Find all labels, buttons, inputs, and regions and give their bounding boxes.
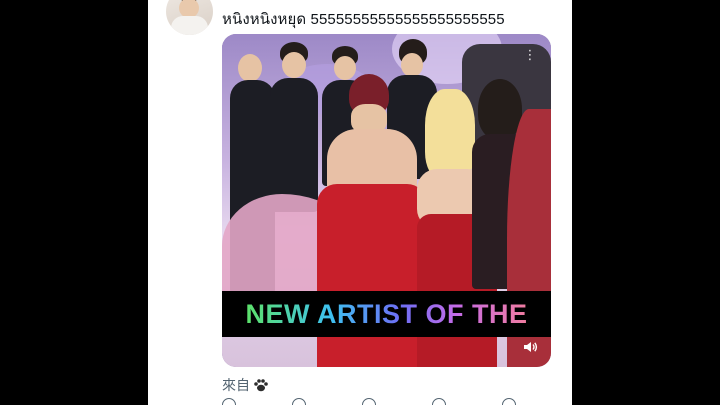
volume-icon[interactable] bbox=[522, 339, 538, 355]
source-line: 來自 bbox=[222, 375, 269, 395]
action-bar bbox=[222, 398, 551, 405]
source-label: 來自 bbox=[222, 377, 250, 393]
paw-icon bbox=[253, 378, 269, 392]
retweet-icon[interactable] bbox=[292, 398, 306, 405]
tweet-text: หนิงหนิงหยุด 55555555555555555555555 bbox=[222, 11, 505, 28]
avatar-shirt bbox=[171, 16, 208, 35]
avatar[interactable] bbox=[166, 0, 213, 35]
like-icon[interactable] bbox=[362, 398, 376, 405]
performer bbox=[270, 42, 318, 212]
video-player[interactable]: ⋮ NEW ARTIST OF THE bbox=[222, 34, 551, 367]
more-icon[interactable]: ⋮ bbox=[521, 46, 539, 64]
views-icon[interactable] bbox=[432, 398, 446, 405]
tweet-card[interactable]: หนิงหนิงหยุด 55555555555555555555555 ⋮ N… bbox=[148, 0, 572, 405]
bookmark-icon[interactable] bbox=[502, 398, 516, 405]
video-caption: NEW ARTIST OF THE bbox=[245, 298, 528, 329]
reply-icon[interactable] bbox=[222, 398, 236, 405]
video-caption-banner: NEW ARTIST OF THE bbox=[222, 291, 551, 337]
